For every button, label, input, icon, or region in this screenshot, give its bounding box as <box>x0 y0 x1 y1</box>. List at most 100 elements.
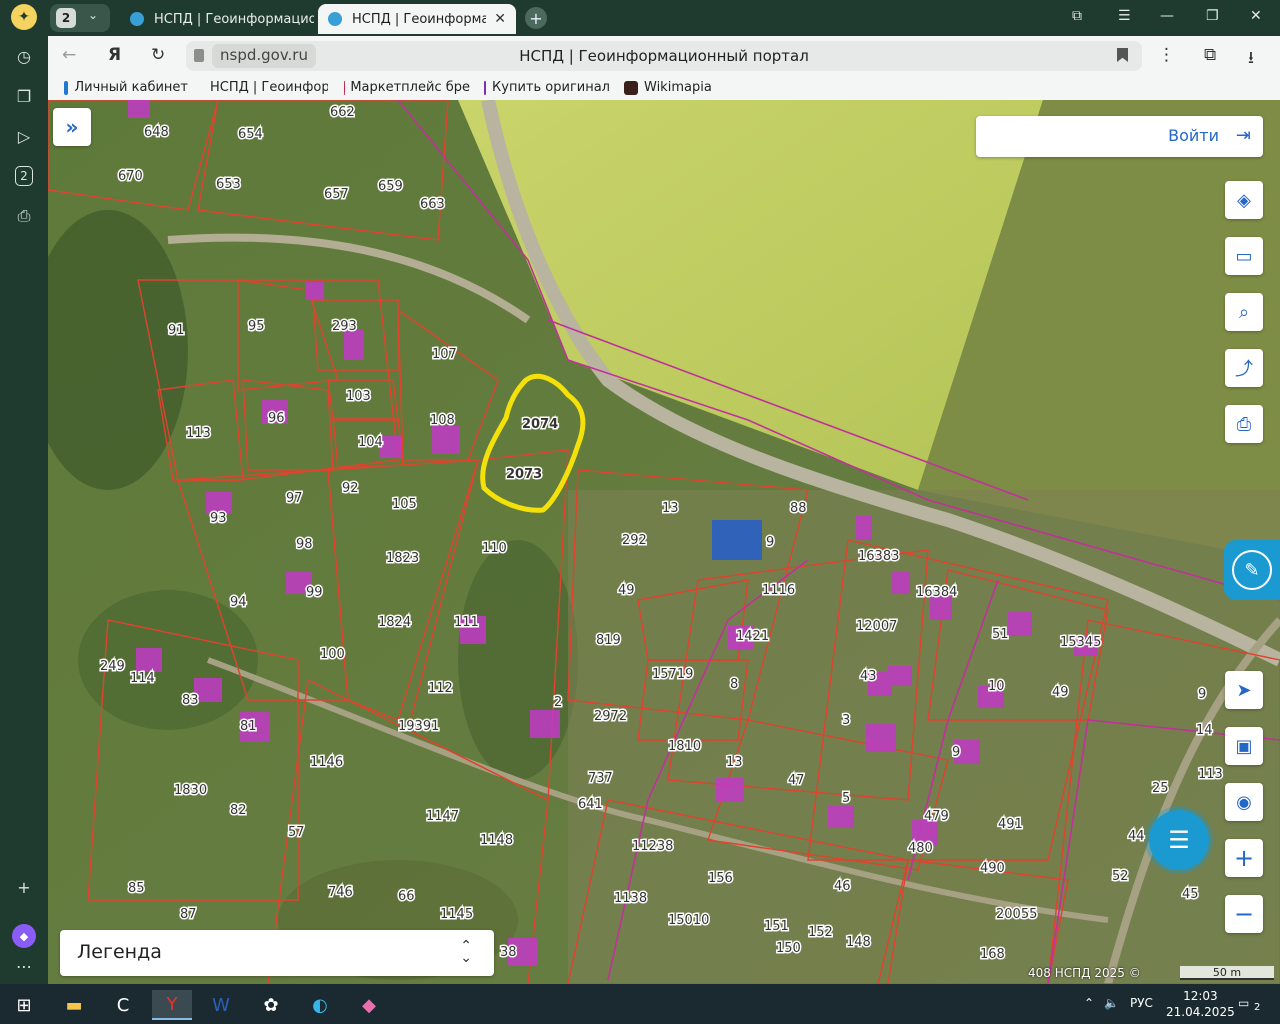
download-icon[interactable]: ⭳ <box>1248 45 1254 74</box>
parcel-label: 1147 <box>426 809 459 824</box>
parcel-label: 46 <box>834 879 851 894</box>
parcel-label: 87 <box>180 907 197 922</box>
parcel-label: 16383 <box>858 549 899 564</box>
bookmarks-panel-icon[interactable]: ⧉ <box>1072 8 1082 24</box>
parcel-label: 148 <box>846 935 871 950</box>
parcel-label: 662 <box>330 105 355 120</box>
share-button[interactable]: ⤴ <box>1225 349 1263 387</box>
zoom-in-button[interactable]: + <box>1225 839 1263 877</box>
wikimapia-icon <box>624 80 638 95</box>
parcel-label: 85 <box>128 881 145 896</box>
close-window-icon[interactable]: ✕ <box>1250 8 1262 24</box>
expand-panel-button[interactable]: » <box>53 108 91 146</box>
restore-icon[interactable]: ❐ <box>1206 8 1219 24</box>
parcel-label: 113 <box>1198 767 1223 782</box>
parcel-label: 92 <box>342 481 359 496</box>
parcel-label: 1146 <box>310 755 343 770</box>
parcel-label: 103 <box>346 389 371 404</box>
locate-button[interactable]: ➤ <box>1225 671 1263 709</box>
parcel-label: 663 <box>420 197 445 212</box>
drop-app-icon[interactable]: ◆ <box>349 990 389 1020</box>
reload-icon[interactable]: ↻ <box>151 45 165 65</box>
parcel-label: 82 <box>230 803 247 818</box>
parcel-label: 114 <box>130 671 155 686</box>
tabs-count-icon[interactable]: 2 <box>15 166 33 186</box>
parcel-label: 15010 <box>668 913 709 928</box>
print-button[interactable]: ⎙ <box>1225 405 1263 443</box>
assistant-tab[interactable]: ✎ <box>1224 540 1280 600</box>
tray-expand-icon[interactable]: ⌃ <box>1084 996 1094 1010</box>
bookmark-item[interactable]: Купить оригинал <box>484 80 610 95</box>
new-tab-button[interactable]: + <box>525 7 547 29</box>
parcel-label: 168 <box>980 947 1005 962</box>
collections-icon[interactable]: ❐ <box>9 81 39 111</box>
address-bar[interactable]: nspd.gov.ru НСПД | Геоинформационный пор… <box>186 41 1142 71</box>
parcel-label: 105 <box>392 497 417 512</box>
ccleaner-icon[interactable]: C <box>103 990 143 1020</box>
video-icon[interactable]: ▷ <box>9 121 39 151</box>
bookmark-item[interactable]: Маркетплейс бре <box>344 80 470 95</box>
layers-icon: ◈ <box>1237 189 1251 211</box>
geo-pin-button[interactable]: ◉ <box>1225 783 1263 821</box>
bookmark-item[interactable]: Личный кабинет <box>64 80 188 95</box>
yandex-browser-icon[interactable]: Y <box>152 990 192 1020</box>
bookmark-item[interactable]: Wikimapia <box>624 80 712 95</box>
parcel-label: 491 <box>998 817 1023 832</box>
parcel-label: 95 <box>248 319 265 334</box>
paint-icon[interactable]: ✿ <box>251 990 291 1020</box>
yandex-logo-icon[interactable]: ✦ <box>11 4 37 30</box>
chat-icon: ☰ <box>1168 826 1190 854</box>
history-icon[interactable]: ◷ <box>9 41 39 71</box>
legend-panel[interactable]: Легенда ⌃ ⌄ <box>60 930 494 976</box>
parcel-label: 43 <box>860 669 877 684</box>
alice-icon[interactable]: ◆ <box>12 924 36 948</box>
parcel-label: 98 <box>296 537 313 552</box>
zoom-out-button[interactable]: − <box>1225 895 1263 933</box>
tab-group-button[interactable]: 2 ⌄ <box>50 4 110 32</box>
nspd-favicon-icon <box>130 12 144 26</box>
minimize-icon[interactable]: — <box>1160 8 1174 24</box>
browser-sidebar: ✦ ◷ ❐ ▷ 2 ⎙ + ◆ ⋯ <box>0 0 48 984</box>
parcel-label: 490 <box>980 861 1005 876</box>
parcel-label: 88 <box>790 501 807 516</box>
parcel-label: 1824 <box>378 615 411 630</box>
parcel-label: 8 <box>730 677 738 692</box>
more-vertical-icon[interactable]: ⋮ <box>1158 45 1175 65</box>
word-icon[interactable]: W <box>201 990 241 1020</box>
tab-nspd-1[interactable]: НСПД | Геоинформацион <box>120 4 314 34</box>
layers-button[interactable]: ◈ <box>1225 181 1263 219</box>
login-button[interactable]: Войти ⇥ <box>976 116 1263 157</box>
language-indicator[interactable]: РУС <box>1130 996 1153 1010</box>
notifications-icon[interactable]: ▭ <box>1238 996 1249 1010</box>
parcel-label: 57 <box>288 825 305 840</box>
parcel-label: 819 <box>596 633 621 648</box>
more-icon[interactable]: ⋯ <box>9 951 39 981</box>
windows-start-icon[interactable]: ⊞ <box>4 990 44 1020</box>
measure-button[interactable]: ▭ <box>1225 237 1263 275</box>
chat-button[interactable]: ☰ <box>1149 810 1209 870</box>
parcel-label: 654 <box>238 127 263 142</box>
parcel-label: 110 <box>482 541 507 556</box>
picture-in-picture-button[interactable]: ▣ <box>1225 727 1263 765</box>
parcel-label: 25 <box>1152 781 1169 796</box>
bookmark-item[interactable]: НСПД | Геоинфор <box>204 80 328 95</box>
add-panel-icon[interactable]: + <box>9 872 39 902</box>
file-explorer-icon[interactable]: ▬ <box>54 990 94 1020</box>
area-search-button[interactable]: ⌕ <box>1225 293 1263 331</box>
menu-icon[interactable]: ☰ <box>1118 8 1131 24</box>
back-icon[interactable]: ← <box>62 45 76 65</box>
print-icon: ⎙ <box>1236 413 1252 435</box>
extensions-icon[interactable]: ⧉ <box>1204 45 1216 65</box>
yandex-home-icon[interactable]: Я <box>108 45 121 65</box>
parcel-label: 108 <box>430 413 455 428</box>
screenshot-icon[interactable]: ⎙ <box>9 201 39 231</box>
close-tab-icon[interactable]: ✕ <box>494 11 506 27</box>
page-title: НСПД | Геоинформационный портал <box>519 47 809 65</box>
edge-icon[interactable]: ◐ <box>300 990 340 1020</box>
map-canvas[interactable]: 648 662 654 670 653 657 659 663 91 95 29… <box>48 100 1280 984</box>
tab-nspd-2[interactable]: НСПД | Геоинформаци ✕ <box>318 4 516 34</box>
clock[interactable]: 12:03 21.04.2025 <box>1166 988 1235 1020</box>
volume-icon[interactable]: 🔈 <box>1104 996 1119 1010</box>
bookmarks-bar: Личный кабинет НСПД | Геоинфор Маркетпле… <box>48 76 1280 100</box>
parcel-label: 737 <box>588 771 613 786</box>
